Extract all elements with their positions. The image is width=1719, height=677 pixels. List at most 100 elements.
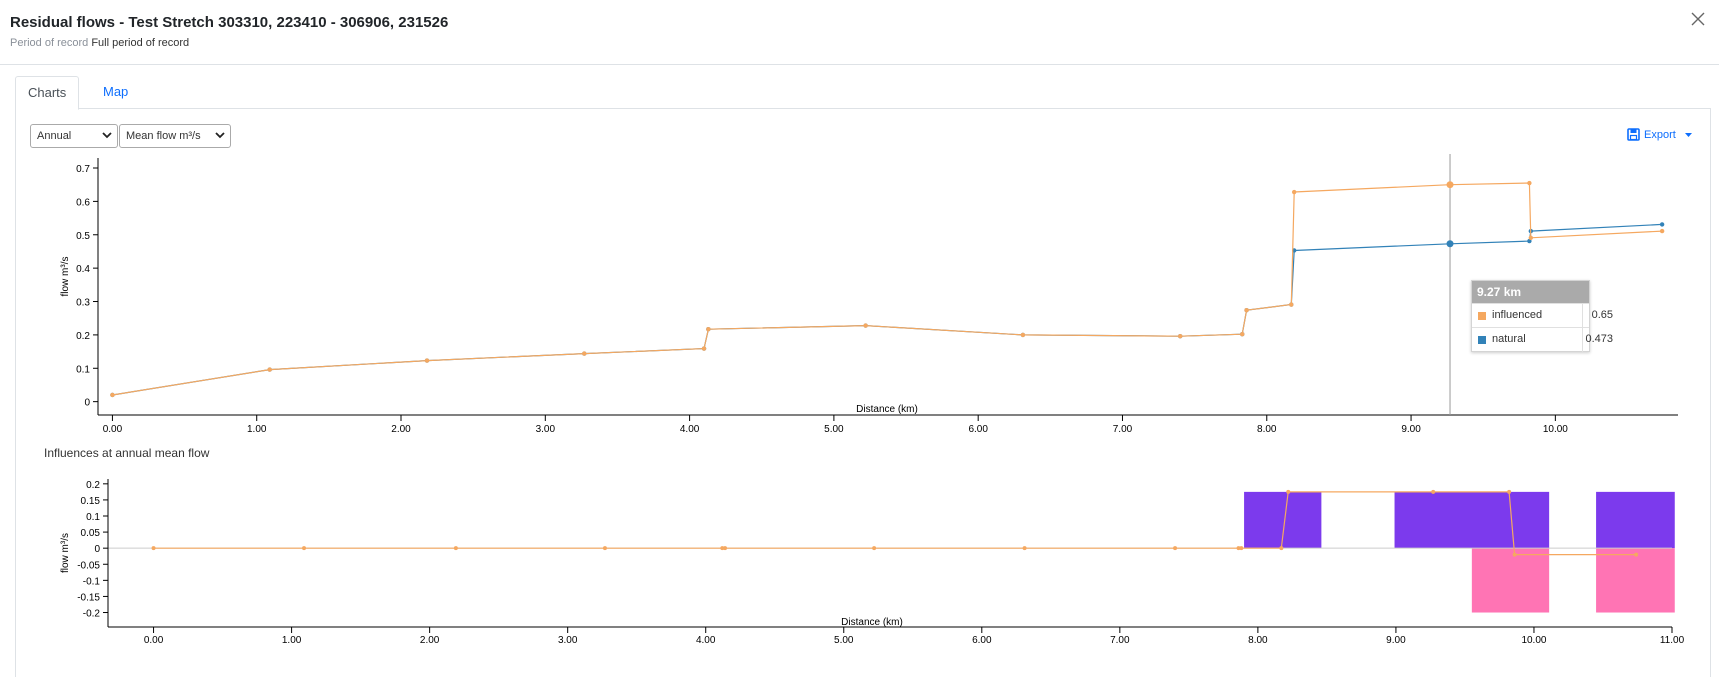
period-value: Full period of record <box>91 37 190 49</box>
influences-chart: 0.2 0.15 0.1 0.05 0 -0.05 -0.1 -0.15 -0.2 0.00 1.0… <box>60 479 1685 645</box>
x-tick-label: 11.00 <box>1660 635 1685 645</box>
x-tick-label: 9.00 <box>1401 424 1421 435</box>
influence-point <box>723 546 728 551</box>
negative-influence-bar <box>1471 548 1550 613</box>
influence-point <box>602 546 607 551</box>
influence-point <box>872 546 877 551</box>
x-tick-label: 1.00 <box>247 424 267 435</box>
influenced-point <box>1446 181 1454 189</box>
influenced-swatch <box>1478 312 1486 320</box>
tab-map[interactable]: Map <box>91 76 140 109</box>
x-tick-label: 5.00 <box>824 424 844 435</box>
y-axis-label: flow m³/s <box>60 257 71 297</box>
influenced-point <box>706 327 711 332</box>
y-tick-label: 0.15 <box>81 496 101 507</box>
x-tick-label: 1.00 <box>282 635 302 645</box>
x-tick-label: 6.00 <box>968 424 988 435</box>
caret-down-icon <box>1685 133 1692 137</box>
x-tick-label: 10.00 <box>1543 424 1568 435</box>
influenced-point <box>701 346 707 351</box>
y-tick-label: 0.05 <box>81 528 101 539</box>
metric-select[interactable]: Mean flow m³/s <box>119 124 231 148</box>
flow-profile-chart: 0 0.1 0.2 0.3 0.4 0.5 0.6 0.7 0.00 1.00 2.00 3.00 4.… <box>60 154 1678 435</box>
chevron-down-icon <box>102 132 112 139</box>
positive-influence-bar <box>1596 491 1675 549</box>
x-tick-label: 8.00 <box>1248 635 1268 645</box>
influence-point <box>1279 546 1284 551</box>
y-tick-label: 0.7 <box>76 164 90 175</box>
period-select-value: Annual <box>37 130 72 142</box>
y-tick-label: 0.5 <box>76 231 90 242</box>
x-tick-label: 7.00 <box>1110 635 1130 645</box>
influence-point <box>1431 489 1436 494</box>
y-tick-label: 0.3 <box>76 298 90 309</box>
x-tick-label: 0.00 <box>103 424 123 435</box>
y-tick-label: 0.2 <box>76 331 90 342</box>
influenced-point <box>424 358 430 363</box>
x-tick-label: 8.00 <box>1257 424 1277 435</box>
x-tick-label: 3.00 <box>536 424 556 435</box>
influenced-point <box>863 323 868 328</box>
influenced-point <box>267 367 272 372</box>
x-tick-label: 9.00 <box>1386 635 1406 645</box>
natural-swatch <box>1478 336 1486 344</box>
y-tick-label: 0.6 <box>76 197 90 208</box>
modal-title: Residual flows - Test Stretch 303310, 22… <box>10 14 449 31</box>
export-label: Export <box>1644 129 1676 141</box>
y-tick-label: -0.2 <box>83 609 101 620</box>
y-tick-label: -0.15 <box>77 592 100 603</box>
influence-point <box>1507 489 1512 494</box>
modal-header: Residual flows - Test Stretch 303310, 22… <box>0 0 1719 65</box>
period-select[interactable]: Annual <box>30 124 118 148</box>
y-tick-label: 0.1 <box>76 364 90 375</box>
influenced-point <box>1528 235 1534 240</box>
x-tick-label: 4.00 <box>680 424 700 435</box>
positive-influence-bar <box>1394 491 1550 549</box>
influenced-point <box>1177 334 1183 339</box>
influence-point <box>1634 552 1639 557</box>
y-tick-label: 0.4 <box>76 264 90 275</box>
influence-point <box>302 546 307 551</box>
tooltip-series-value: 0.65 <box>1582 304 1618 328</box>
influence-point <box>1512 552 1517 557</box>
x-tick-label: 2.00 <box>420 635 440 645</box>
tab-charts[interactable]: Charts <box>15 76 80 110</box>
y-axis-label: flow m³/s <box>60 533 71 573</box>
close-icon[interactable] <box>1687 8 1709 30</box>
influenced-point <box>1659 228 1665 234</box>
influence-point <box>453 546 458 551</box>
negative-influence-bar <box>1596 548 1675 613</box>
tooltip-title: 9.27 km <box>1472 281 1589 303</box>
influenced-point <box>1289 302 1294 307</box>
influenced-point <box>582 351 587 356</box>
y-tick-label: 0 <box>94 544 100 555</box>
influenced-point <box>1291 189 1297 195</box>
influenced-point <box>110 392 115 398</box>
chart-tooltip: 9.27 km influenced 0.65 natural 0.473 <box>1471 280 1613 352</box>
x-tick-label: 2.00 <box>391 424 411 435</box>
influenced-point <box>1244 307 1249 313</box>
metric-select-value: Mean flow m³/s <box>126 130 201 142</box>
influenced-point <box>1020 332 1026 338</box>
y-tick-label: 0.1 <box>86 512 100 523</box>
influence-point <box>1173 546 1178 551</box>
x-axis-label: Distance (km) <box>841 617 903 628</box>
y-tick-label: -0.1 <box>83 576 101 587</box>
x-tick-label: 5.00 <box>834 635 854 645</box>
x-axis-label: Distance (km) <box>856 404 918 415</box>
period-of-record: Period of record Full period of record <box>10 37 189 49</box>
x-tick-label: 4.00 <box>696 635 716 645</box>
x-tick-label: 6.00 <box>972 635 992 645</box>
tooltip-series-name: natural <box>1492 333 1526 345</box>
tooltip-series-name: influenced <box>1492 309 1543 321</box>
x-tick-label: 3.00 <box>558 635 578 645</box>
influence-point <box>151 546 156 551</box>
x-tick-label: 0.00 <box>144 635 164 645</box>
y-tick-label: -0.05 <box>77 560 100 571</box>
influenced-series-line <box>112 182 1663 396</box>
x-tick-label: 10.00 <box>1521 635 1546 645</box>
influenced-point <box>1240 332 1245 337</box>
natural-point <box>1659 222 1665 227</box>
period-label: Period of record <box>10 37 89 49</box>
natural-point <box>1446 240 1454 248</box>
